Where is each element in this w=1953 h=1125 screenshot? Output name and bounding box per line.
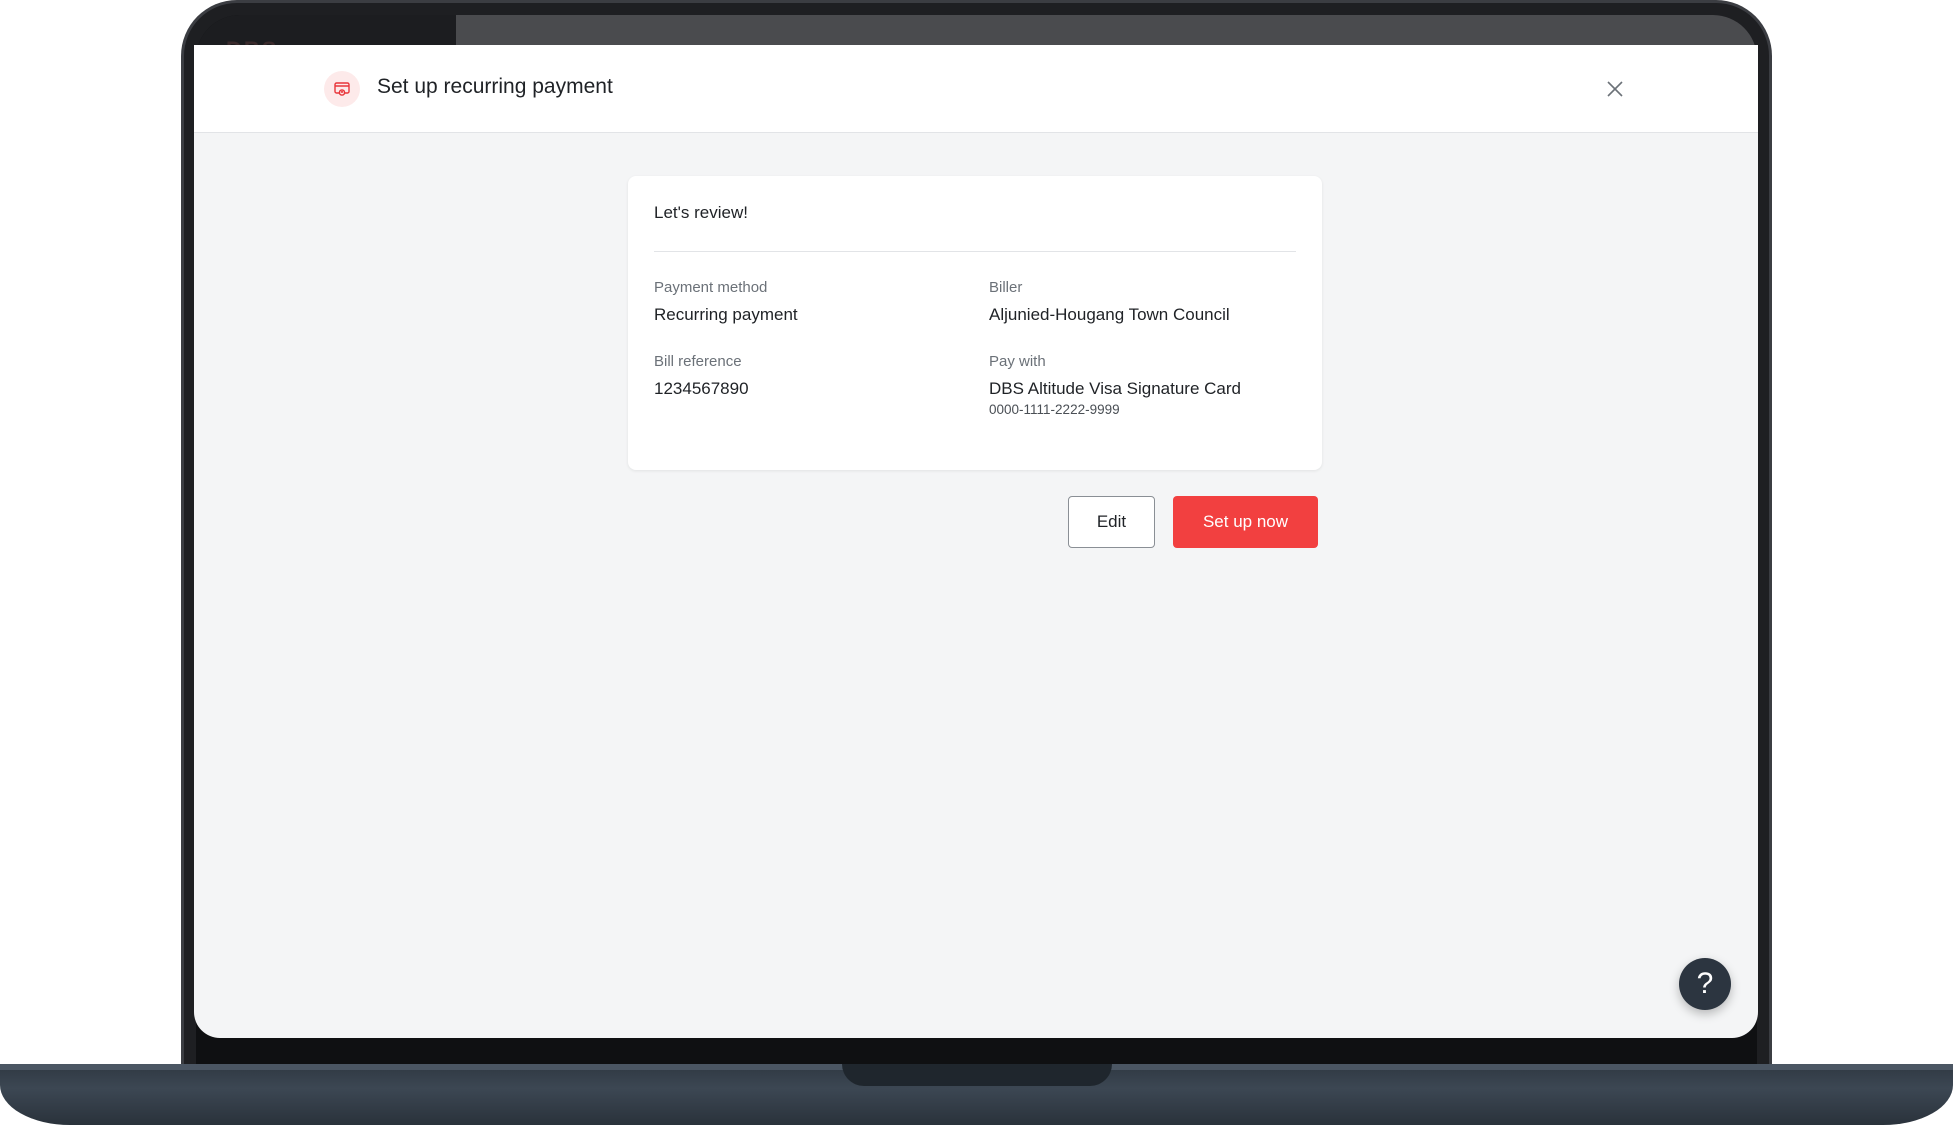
field-label: Pay with (989, 353, 1046, 370)
field-value: DBS Altitude Visa Signature Card (989, 379, 1241, 398)
set-up-now-button[interactable]: Set up now (1173, 496, 1318, 548)
question-mark-icon: ? (1696, 967, 1714, 1000)
field-bill-reference: Bill reference 1234567890 (654, 353, 749, 399)
modal-title: Set up recurring payment (377, 75, 613, 98)
payment-card-icon (324, 71, 360, 107)
field-biller: Biller Aljunied-Hougang Town Council (989, 279, 1230, 325)
card-divider (654, 251, 1296, 252)
modal-header: Set up recurring payment (194, 45, 1758, 133)
edit-button[interactable]: Edit (1068, 496, 1155, 548)
help-button[interactable]: ? (1679, 958, 1731, 1010)
close-button[interactable] (1600, 74, 1630, 104)
field-label: Payment method (654, 279, 768, 296)
close-icon (1607, 81, 1623, 97)
field-payment-method: Payment method Recurring payment (654, 279, 798, 325)
laptop-mockup: DBS Set up recurring payment (0, 0, 1953, 1125)
field-label: Biller (989, 279, 1023, 296)
field-value: Aljunied-Hougang Town Council (989, 305, 1230, 324)
field-value: Recurring payment (654, 305, 798, 324)
modal-screen: Set up recurring payment Let's review! P… (194, 45, 1758, 1038)
field-pay-with: Pay with DBS Altitude Visa Signature Car… (989, 353, 1241, 417)
review-heading: Let's review! (654, 203, 748, 222)
laptop-notch (842, 1064, 1112, 1086)
review-card: Let's review! Payment method Recurring p… (628, 176, 1322, 470)
card-number: 0000-1111-2222-9999 (989, 402, 1120, 417)
field-label: Bill reference (654, 353, 742, 370)
field-value: 1234567890 (654, 379, 749, 398)
